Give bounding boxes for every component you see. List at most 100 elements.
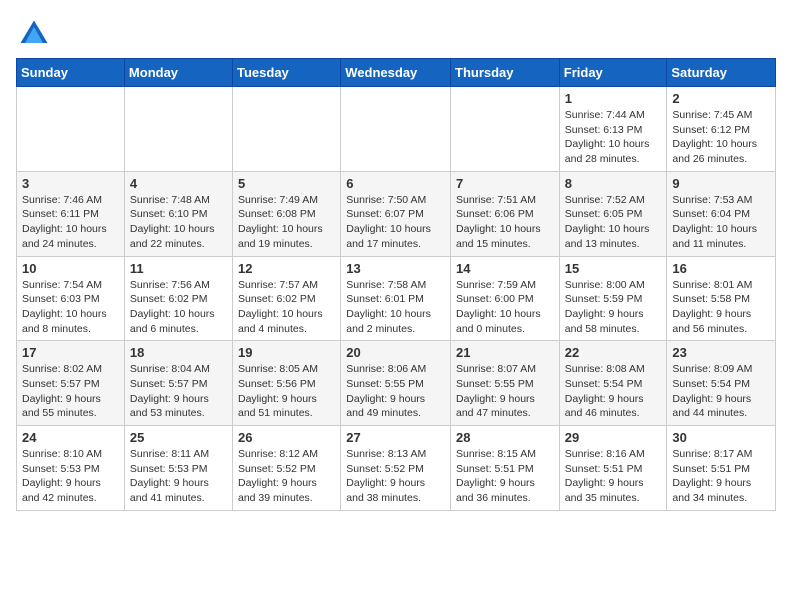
- day-info: Sunrise: 7:48 AM Sunset: 6:10 PM Dayligh…: [130, 193, 227, 252]
- calendar-week-row: 3Sunrise: 7:46 AM Sunset: 6:11 PM Daylig…: [17, 171, 776, 256]
- calendar-cell: 4 Sunrise: 7:48 AM Sunset: 6:10 PM Daylig…: [124, 171, 232, 256]
- calendar-header-thursday: Thursday: [451, 59, 560, 87]
- day-number: 29: [565, 430, 662, 445]
- day-info: Sunrise: 7:54 AM Sunset: 6:03 PM Dayligh…: [22, 278, 119, 337]
- day-number: 8: [565, 176, 662, 191]
- day-info: Sunrise: 7:46 AM Sunset: 6:11 PM Dayligh…: [22, 193, 119, 252]
- calendar-cell: 30 Sunrise: 8:17 AM Sunset: 5:51 PM Dayli…: [667, 426, 776, 511]
- calendar-cell: 24 Sunrise: 8:10 AM Sunset: 5:53 PM Dayli…: [17, 426, 125, 511]
- day-number: 17: [22, 345, 119, 360]
- calendar-cell: 20 Sunrise: 8:06 AM Sunset: 5:55 PM Dayli…: [341, 341, 451, 426]
- day-number: 11: [130, 261, 227, 276]
- day-number: 26: [238, 430, 335, 445]
- calendar-table: SundayMondayTuesdayWednesdayThursdayFrid…: [16, 58, 776, 511]
- day-number: 13: [346, 261, 445, 276]
- calendar-cell: 11 Sunrise: 7:56 AM Sunset: 6:02 PM Dayli…: [124, 256, 232, 341]
- calendar-cell: 6 Sunrise: 7:50 AM Sunset: 6:07 PM Daylig…: [341, 171, 451, 256]
- day-info: Sunrise: 7:53 AM Sunset: 6:04 PM Dayligh…: [672, 193, 770, 252]
- page-header: [16, 16, 776, 52]
- calendar-header-tuesday: Tuesday: [233, 59, 341, 87]
- calendar-cell: 23 Sunrise: 8:09 AM Sunset: 5:54 PM Dayli…: [667, 341, 776, 426]
- day-number: 20: [346, 345, 445, 360]
- calendar-cell: [341, 87, 451, 172]
- day-number: 23: [672, 345, 770, 360]
- calendar-week-row: 24 Sunrise: 8:10 AM Sunset: 5:53 PM Dayli…: [17, 426, 776, 511]
- day-info: Sunrise: 7:44 AM Sunset: 6:13 PM Dayligh…: [565, 108, 662, 167]
- calendar-cell: 25Sunrise: 8:11 AM Sunset: 5:53 PM Dayli…: [124, 426, 232, 511]
- day-info: Sunrise: 8:11 AM Sunset: 5:53 PM Dayligh…: [130, 447, 227, 506]
- calendar-cell: [451, 87, 560, 172]
- day-info: Sunrise: 8:13 AM Sunset: 5:52 PM Dayligh…: [346, 447, 445, 506]
- day-info: Sunrise: 8:09 AM Sunset: 5:54 PM Dayligh…: [672, 362, 770, 421]
- calendar-cell: [233, 87, 341, 172]
- calendar-cell: 21 Sunrise: 8:07 AM Sunset: 5:55 PM Dayli…: [451, 341, 560, 426]
- day-number: 14: [456, 261, 554, 276]
- logo-icon: [16, 16, 52, 52]
- day-number: 30: [672, 430, 770, 445]
- day-number: 18: [130, 345, 227, 360]
- calendar-cell: 10 Sunrise: 7:54 AM Sunset: 6:03 PM Dayli…: [17, 256, 125, 341]
- calendar-cell: 7 Sunrise: 7:51 AM Sunset: 6:06 PM Daylig…: [451, 171, 560, 256]
- calendar-cell: 26 Sunrise: 8:12 AM Sunset: 5:52 PM Dayli…: [233, 426, 341, 511]
- calendar-cell: 17 Sunrise: 8:02 AM Sunset: 5:57 PM Dayli…: [17, 341, 125, 426]
- day-number: 4: [130, 176, 227, 191]
- calendar-cell: 2 Sunrise: 7:45 AM Sunset: 6:12 PM Daylig…: [667, 87, 776, 172]
- day-info: Sunrise: 8:06 AM Sunset: 5:55 PM Dayligh…: [346, 362, 445, 421]
- day-info: Sunrise: 7:57 AM Sunset: 6:02 PM Dayligh…: [238, 278, 335, 337]
- calendar-cell: 12 Sunrise: 7:57 AM Sunset: 6:02 PM Dayli…: [233, 256, 341, 341]
- calendar-header-saturday: Saturday: [667, 59, 776, 87]
- day-info: Sunrise: 7:50 AM Sunset: 6:07 PM Dayligh…: [346, 193, 445, 252]
- calendar-cell: 29Sunrise: 8:16 AM Sunset: 5:51 PM Dayli…: [559, 426, 667, 511]
- calendar-cell: 28Sunrise: 8:15 AM Sunset: 5:51 PM Dayli…: [451, 426, 560, 511]
- day-info: Sunrise: 8:10 AM Sunset: 5:53 PM Dayligh…: [22, 447, 119, 506]
- day-info: Sunrise: 8:02 AM Sunset: 5:57 PM Dayligh…: [22, 362, 119, 421]
- calendar-cell: 16Sunrise: 8:01 AM Sunset: 5:58 PM Dayli…: [667, 256, 776, 341]
- calendar-cell: 14Sunrise: 7:59 AM Sunset: 6:00 PM Dayli…: [451, 256, 560, 341]
- day-info: Sunrise: 7:58 AM Sunset: 6:01 PM Dayligh…: [346, 278, 445, 337]
- day-number: 7: [456, 176, 554, 191]
- calendar-cell: 19 Sunrise: 8:05 AM Sunset: 5:56 PM Dayli…: [233, 341, 341, 426]
- day-number: 6: [346, 176, 445, 191]
- calendar-header-friday: Friday: [559, 59, 667, 87]
- day-number: 15: [565, 261, 662, 276]
- calendar-header-monday: Monday: [124, 59, 232, 87]
- day-number: 5: [238, 176, 335, 191]
- day-info: Sunrise: 8:15 AM Sunset: 5:51 PM Dayligh…: [456, 447, 554, 506]
- calendar-cell: [17, 87, 125, 172]
- day-info: Sunrise: 8:12 AM Sunset: 5:52 PM Dayligh…: [238, 447, 335, 506]
- calendar-cell: [124, 87, 232, 172]
- day-number: 24: [22, 430, 119, 445]
- day-info: Sunrise: 8:05 AM Sunset: 5:56 PM Dayligh…: [238, 362, 335, 421]
- calendar-week-row: 17 Sunrise: 8:02 AM Sunset: 5:57 PM Dayli…: [17, 341, 776, 426]
- calendar-cell: 8Sunrise: 7:52 AM Sunset: 6:05 PM Daylig…: [559, 171, 667, 256]
- day-number: 12: [238, 261, 335, 276]
- logo: [16, 16, 56, 52]
- day-number: 10: [22, 261, 119, 276]
- day-info: Sunrise: 8:04 AM Sunset: 5:57 PM Dayligh…: [130, 362, 227, 421]
- day-info: Sunrise: 7:45 AM Sunset: 6:12 PM Dayligh…: [672, 108, 770, 167]
- day-number: 16: [672, 261, 770, 276]
- calendar-cell: 18 Sunrise: 8:04 AM Sunset: 5:57 PM Dayli…: [124, 341, 232, 426]
- calendar-header-sunday: Sunday: [17, 59, 125, 87]
- calendar-header-row: SundayMondayTuesdayWednesdayThursdayFrid…: [17, 59, 776, 87]
- day-info: Sunrise: 7:49 AM Sunset: 6:08 PM Dayligh…: [238, 193, 335, 252]
- day-info: Sunrise: 8:07 AM Sunset: 5:55 PM Dayligh…: [456, 362, 554, 421]
- day-info: Sunrise: 8:17 AM Sunset: 5:51 PM Dayligh…: [672, 447, 770, 506]
- calendar-cell: 9 Sunrise: 7:53 AM Sunset: 6:04 PM Daylig…: [667, 171, 776, 256]
- calendar-cell: 15 Sunrise: 8:00 AM Sunset: 5:59 PM Dayli…: [559, 256, 667, 341]
- day-number: 27: [346, 430, 445, 445]
- calendar-header-wednesday: Wednesday: [341, 59, 451, 87]
- calendar-cell: 1 Sunrise: 7:44 AM Sunset: 6:13 PM Daylig…: [559, 87, 667, 172]
- day-info: Sunrise: 7:56 AM Sunset: 6:02 PM Dayligh…: [130, 278, 227, 337]
- calendar-cell: 27 Sunrise: 8:13 AM Sunset: 5:52 PM Dayli…: [341, 426, 451, 511]
- day-number: 9: [672, 176, 770, 191]
- day-number: 21: [456, 345, 554, 360]
- day-number: 2: [672, 91, 770, 106]
- calendar-week-row: 1 Sunrise: 7:44 AM Sunset: 6:13 PM Daylig…: [17, 87, 776, 172]
- day-info: Sunrise: 8:08 AM Sunset: 5:54 PM Dayligh…: [565, 362, 662, 421]
- day-info: Sunrise: 8:00 AM Sunset: 5:59 PM Dayligh…: [565, 278, 662, 337]
- day-info: Sunrise: 7:51 AM Sunset: 6:06 PM Dayligh…: [456, 193, 554, 252]
- calendar-cell: 3Sunrise: 7:46 AM Sunset: 6:11 PM Daylig…: [17, 171, 125, 256]
- day-number: 19: [238, 345, 335, 360]
- day-number: 1: [565, 91, 662, 106]
